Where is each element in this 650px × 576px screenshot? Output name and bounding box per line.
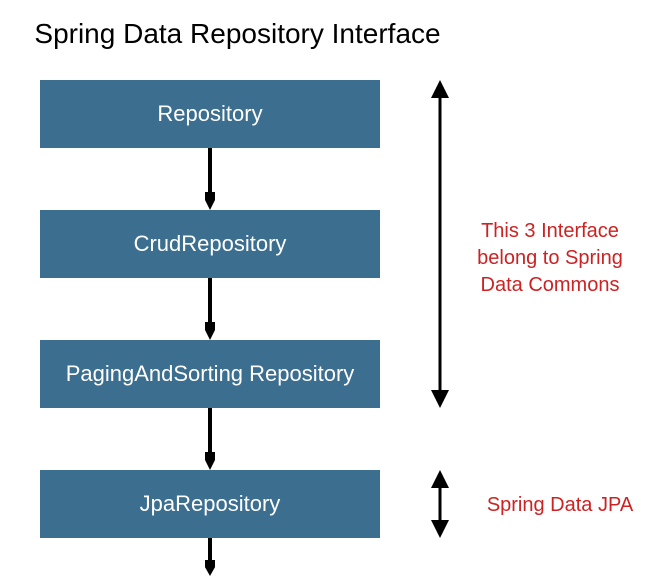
- range-arrow-icon: [430, 80, 450, 408]
- arrow-down-icon: [205, 538, 215, 576]
- box-jpa-repository: JpaRepository: [40, 470, 380, 538]
- box-crud-repository: CrudRepository: [40, 210, 380, 278]
- arrow-down-icon: [205, 408, 215, 470]
- arrow-down-icon: [205, 278, 215, 340]
- range-arrow-icon: [430, 470, 450, 538]
- arrow-down-icon: [205, 148, 215, 210]
- annotation-jpa: Spring Data JPA: [470, 492, 650, 519]
- box-paging-sorting-repository: PagingAndSorting Repository: [40, 340, 380, 408]
- annotation-commons: This 3 Interface belong to Spring Data C…: [460, 218, 640, 299]
- box-repository: Repository: [40, 80, 380, 148]
- diagram-title: Spring Data Repository Interface: [0, 18, 475, 50]
